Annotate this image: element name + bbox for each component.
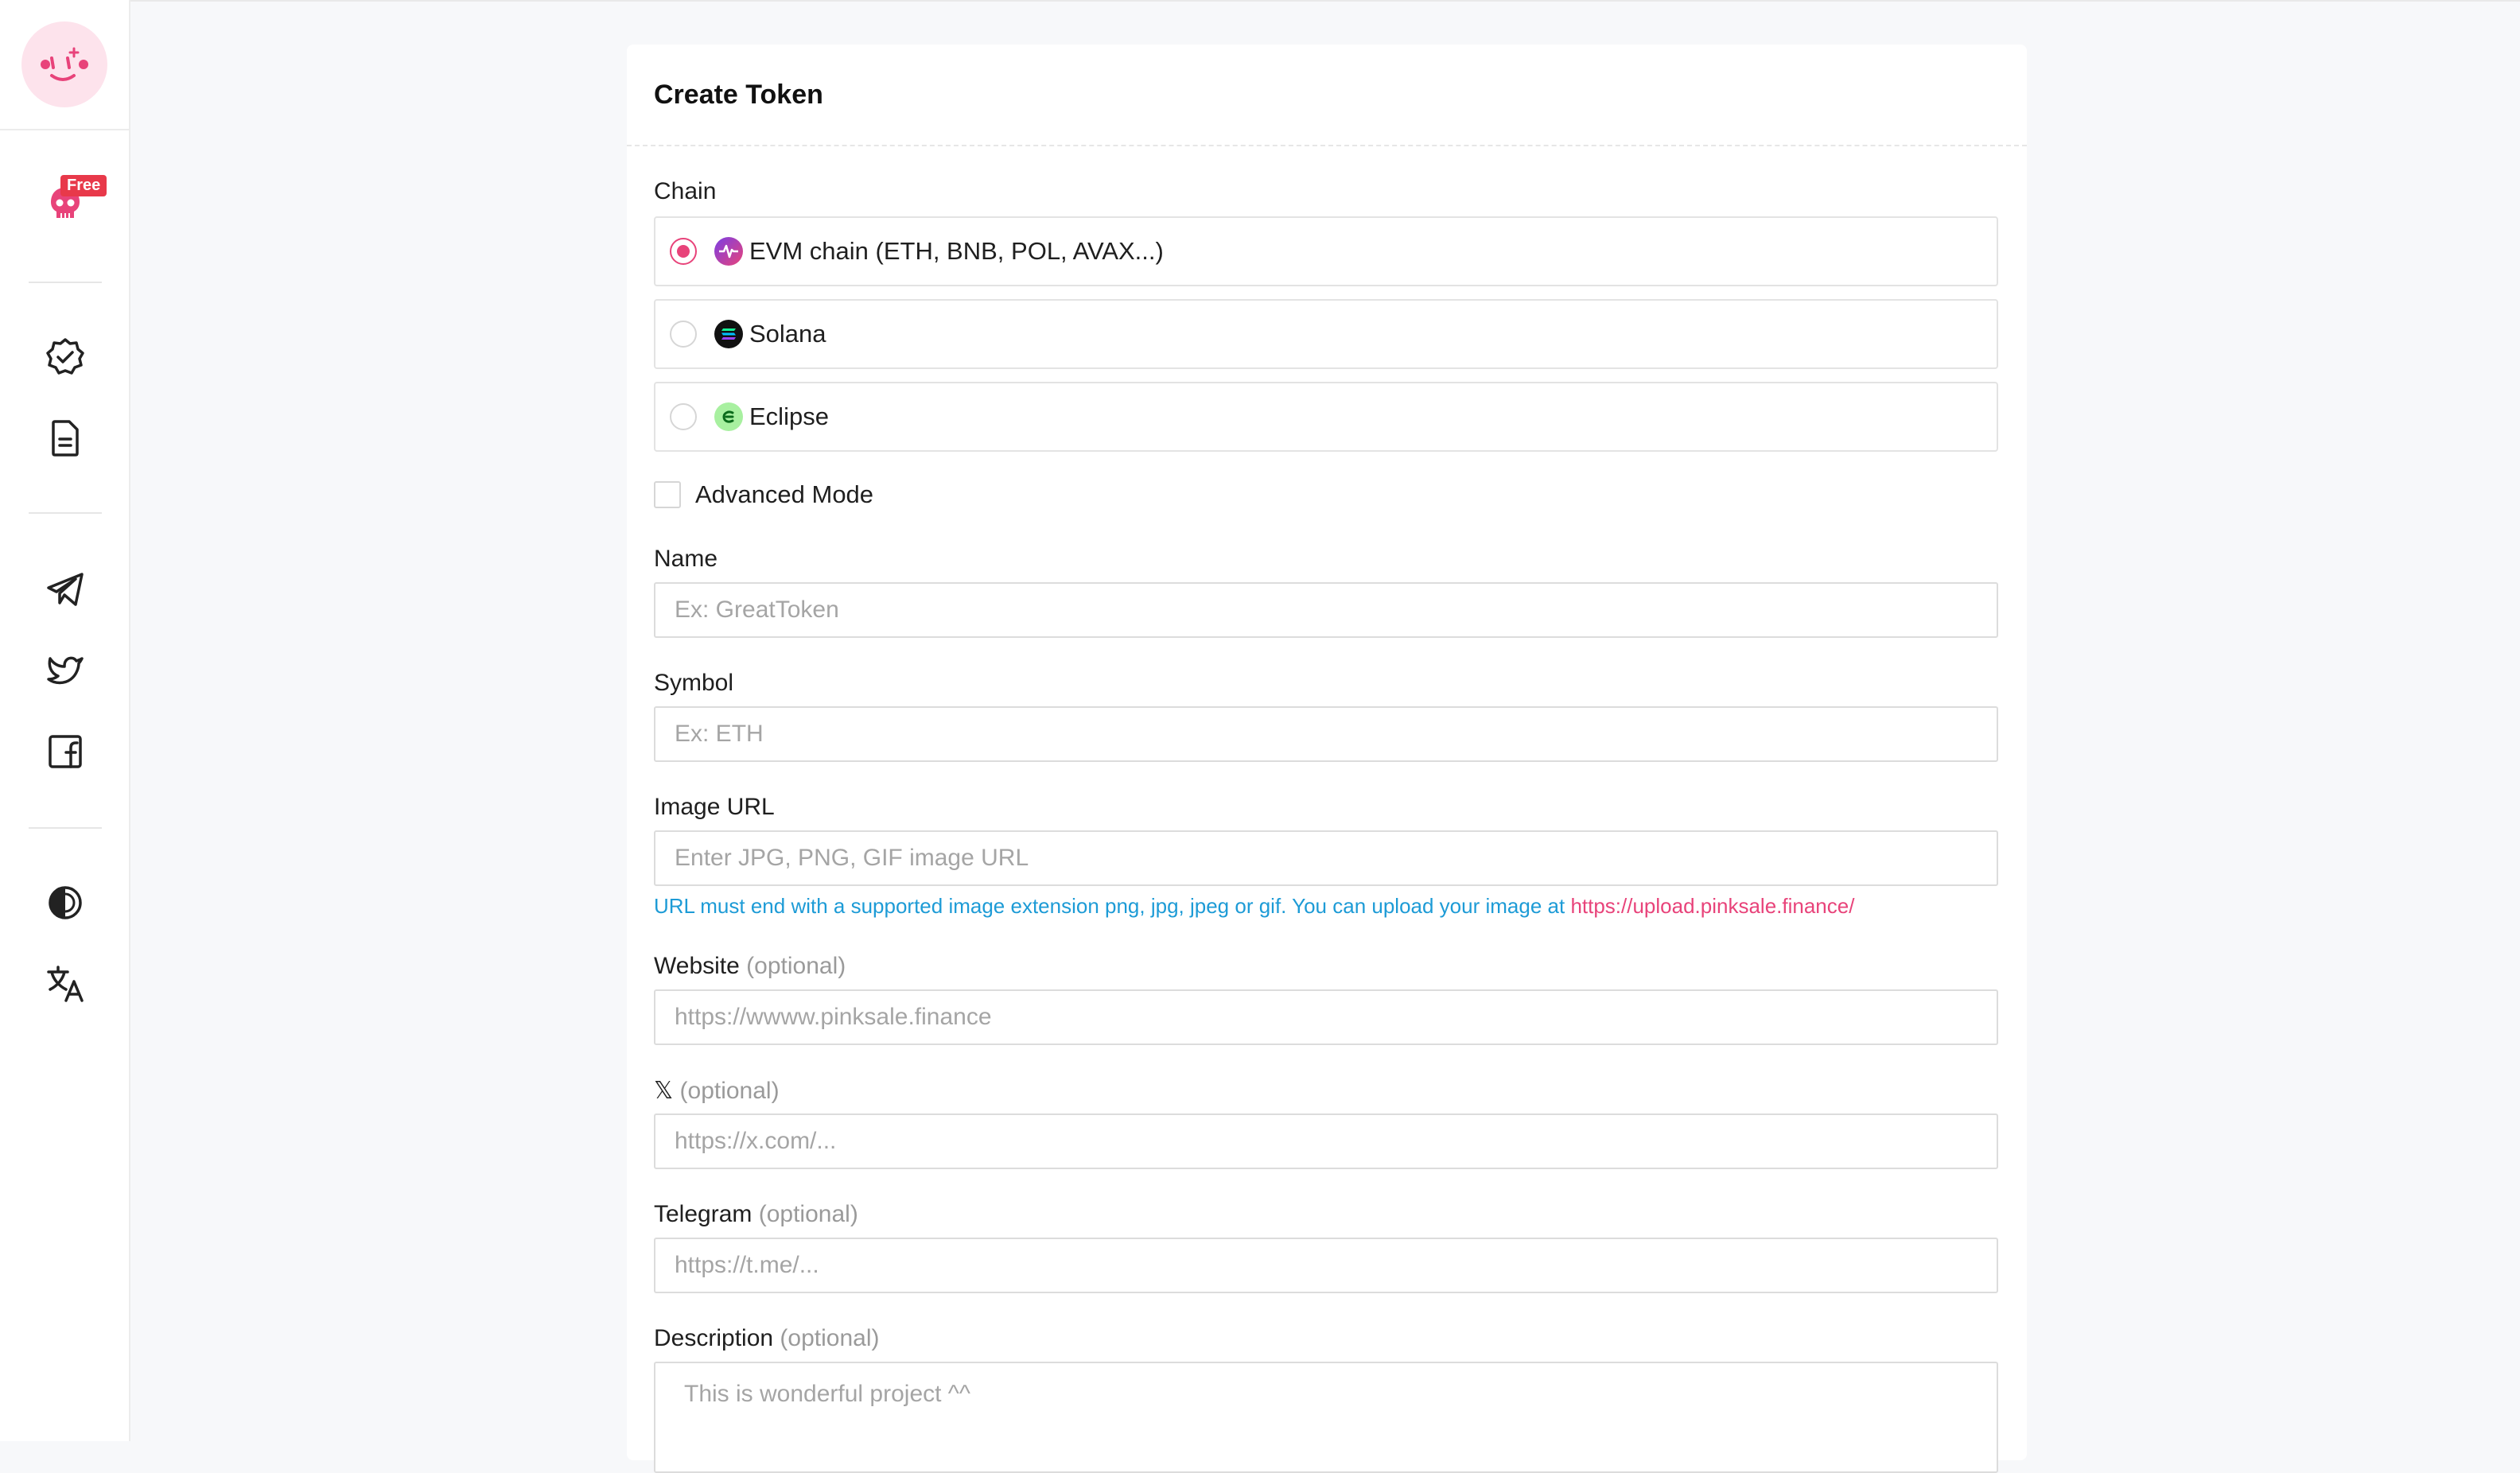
radio-eclipse[interactable] [670,403,697,430]
image-url-hint: URL must end with a supported image exte… [654,894,1854,919]
x-label: 𝕏 (optional) [654,1077,780,1105]
description-label: Description (optional) [654,1325,879,1352]
top-border [130,0,2520,2]
facebook-nav-button[interactable] [0,716,130,787]
translate-icon [47,966,84,1002]
optional-tag: (optional) [746,953,846,979]
chain-option-label: EVM chain (ETH, BNB, POL, AVAX...) [749,237,1164,265]
facebook-icon [49,735,82,768]
telegram-label-text: Telegram [654,1201,752,1227]
image-url-input[interactable] [654,830,1998,886]
skull-nav-button[interactable]: Free [0,167,130,239]
name-input[interactable] [654,582,1998,638]
sidebar: Free [0,0,130,1441]
advanced-mode-checkbox[interactable] [654,481,681,508]
document-icon [52,420,79,457]
description-label-text: Description [654,1325,774,1351]
page-title: Create Token [654,79,823,110]
symbol-label: Symbol [654,670,734,696]
symbol-input[interactable] [654,706,1998,762]
theme-contrast-icon [49,886,82,919]
twitter-nav-button[interactable] [0,635,130,706]
document-nav-button[interactable] [0,402,130,474]
radio-solana[interactable] [670,321,697,348]
website-label-text: Website [654,953,740,979]
telegram-nav-button[interactable] [0,554,130,625]
radio-evm[interactable] [670,238,697,265]
name-label: Name [654,546,718,572]
image-url-hint-text: URL must end with a supported image exte… [654,894,1571,918]
sidebar-divider [29,282,102,283]
optional-tag: (optional) [758,1201,858,1227]
theme-toggle-button[interactable] [0,867,130,939]
mascot-logo-icon[interactable] [21,21,107,107]
sidebar-divider [29,512,102,514]
chain-label: Chain [654,178,717,204]
language-button[interactable] [0,948,130,1020]
free-badge: Free [60,175,107,196]
telegram-input[interactable] [654,1238,1998,1293]
evm-chain-icon [714,237,743,266]
chain-option-solana[interactable]: Solana [654,299,1998,369]
chain-option-label: Solana [749,320,826,348]
verified-nav-button[interactable] [0,321,130,393]
sidebar-divider [29,827,102,829]
chain-option-eclipse[interactable]: Eclipse [654,382,1998,452]
solana-chain-icon [714,320,743,348]
image-url-label: Image URL [654,794,775,820]
upload-link[interactable]: https://upload.pinksale.finance/ [1570,894,1854,918]
website-input[interactable] [654,989,1998,1045]
optional-tag: (optional) [679,1078,780,1104]
telegram-icon [47,573,84,606]
advanced-mode-toggle[interactable]: Advanced Mode [654,480,873,509]
eclipse-chain-icon [714,402,743,431]
optional-tag: (optional) [780,1325,880,1351]
chain-option-evm[interactable]: EVM chain (ETH, BNB, POL, AVAX...) [654,216,1998,286]
logo-area [0,0,129,130]
chain-option-label: Eclipse [749,402,829,430]
create-token-card: Create Token Chain EVM chain (ETH, BNB, … [627,45,2027,1473]
telegram-label: Telegram (optional) [654,1201,858,1228]
description-textarea[interactable] [654,1362,1998,1473]
website-label: Website (optional) [654,953,846,980]
x-label-text: 𝕏 [654,1078,674,1104]
x-input[interactable] [654,1113,1998,1169]
card-header: Create Token [627,45,2027,146]
advanced-mode-label: Advanced Mode [695,480,874,508]
verified-badge-icon [46,338,84,375]
twitter-icon [47,656,84,685]
